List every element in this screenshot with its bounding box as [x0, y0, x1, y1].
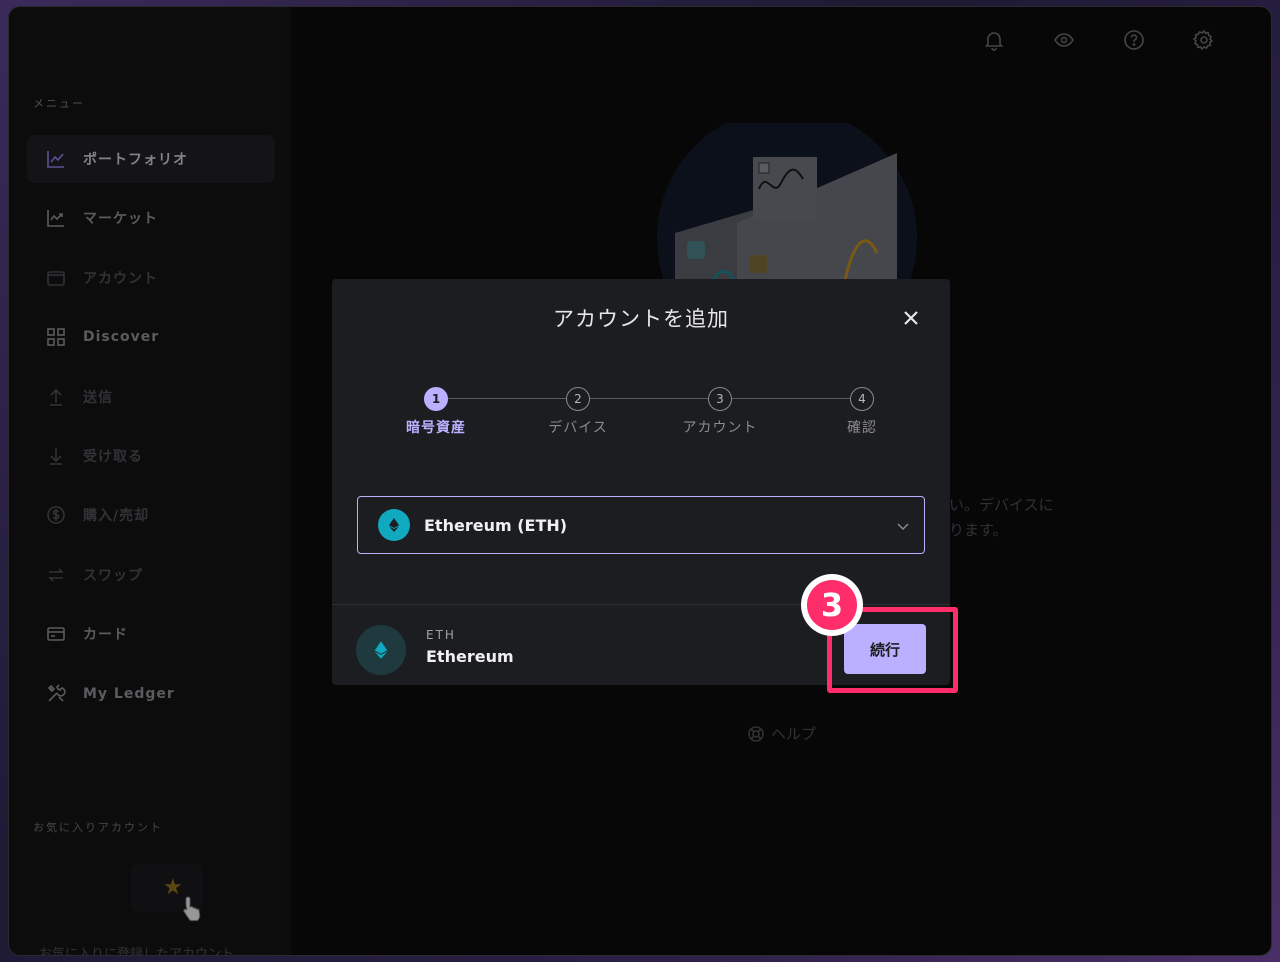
step-number: 3 [708, 387, 732, 411]
asset-select[interactable]: Ethereum (ETH) [357, 496, 925, 554]
step-callout-badge: 3 [801, 574, 863, 636]
ethereum-icon [356, 625, 406, 675]
close-icon[interactable] [902, 309, 920, 327]
step-callout-number: 3 [807, 580, 857, 630]
asset-ticker: ETH [426, 628, 456, 642]
step-label: アカウント [682, 420, 758, 436]
modal-title: アカウントを追加 [553, 307, 729, 331]
selected-asset: Ethereum (ETH) [424, 515, 568, 535]
chevron-down-icon [897, 523, 909, 531]
step-number: 2 [566, 387, 590, 411]
stepper: 1 暗号資産 2 デバイス 3 アカウント 4 確認 [392, 384, 890, 444]
ethereum-icon [378, 509, 410, 541]
step-label: 暗号資産 [406, 420, 466, 436]
app-window: メニュー ポートフォリオ マーケット アカウント Discover 送信 受け取… [8, 6, 1272, 956]
step-device: 2 デバイス [528, 384, 628, 437]
step-confirm: 4 確認 [812, 384, 912, 437]
step-number: 4 [850, 387, 874, 411]
asset-name: Ethereum [426, 647, 514, 666]
step-label: 確認 [847, 420, 877, 436]
step-account: 3 アカウント [670, 384, 770, 437]
step-crypto: 1 暗号資産 [386, 384, 486, 437]
step-label: デバイス [548, 420, 608, 436]
step-number: 1 [424, 387, 448, 411]
